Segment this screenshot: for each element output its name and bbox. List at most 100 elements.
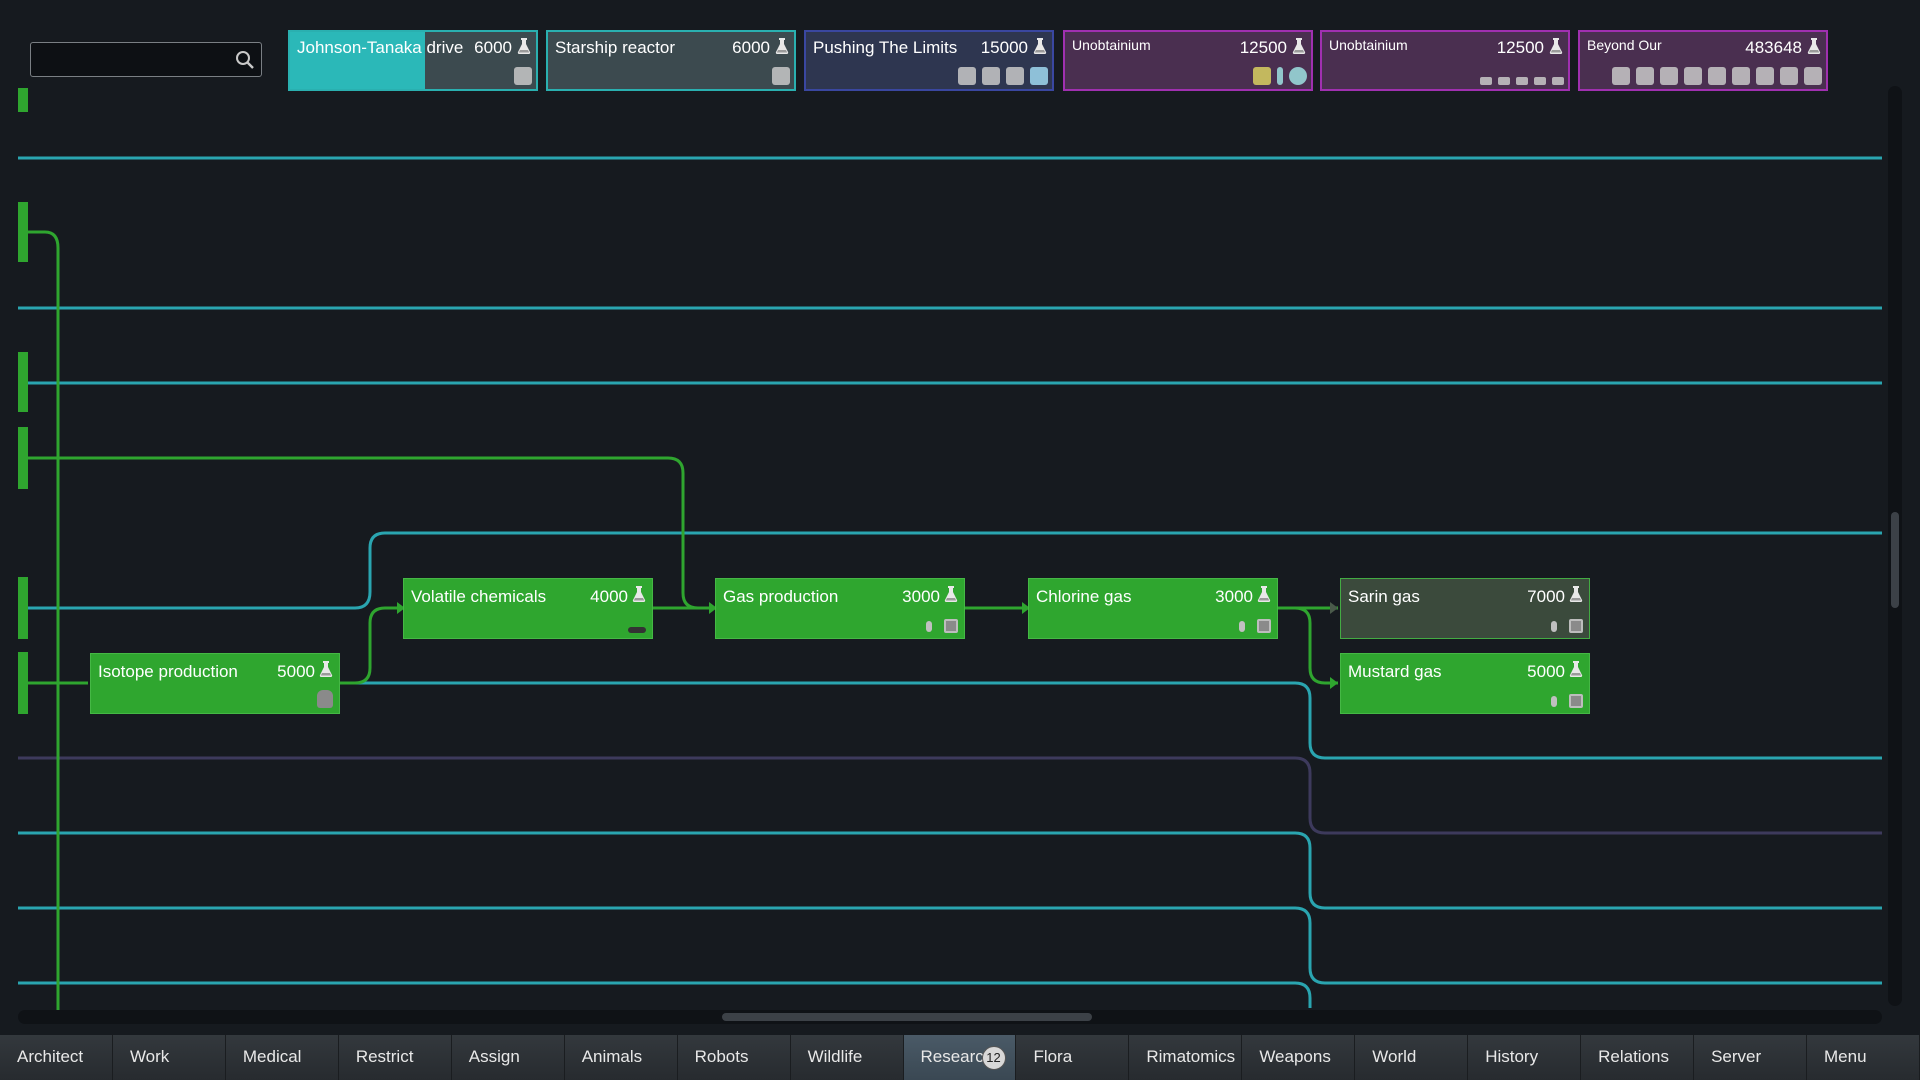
tab-flora[interactable]: Flora	[1016, 1035, 1130, 1080]
tab-label: Architect	[17, 1047, 84, 1066]
tab-world[interactable]: World	[1355, 1035, 1469, 1080]
tool-icon[interactable]	[1780, 67, 1798, 85]
offscreen-node-edge[interactable]	[18, 352, 28, 412]
tab-label: Relations	[1598, 1047, 1669, 1066]
core-icon[interactable]	[1030, 67, 1048, 85]
flask-icon	[1569, 585, 1583, 603]
queue-item-label: Unobtainium	[1329, 37, 1408, 53]
tab-restrict[interactable]: Restrict	[338, 1035, 452, 1080]
plate-icon[interactable]	[1636, 67, 1654, 85]
project-node-gas[interactable]: Gas production 3000	[715, 578, 965, 639]
flask-icon	[1292, 37, 1306, 55]
flame-icon[interactable]	[1551, 695, 1557, 707]
queue-item-cost: 12500	[1496, 38, 1544, 57]
tab-label: Rimatomics	[1146, 1047, 1236, 1066]
tab-animals[interactable]: Animals	[564, 1035, 678, 1080]
machine-icon[interactable]	[944, 619, 958, 633]
unlock-icons	[628, 627, 646, 633]
tool-icon[interactable]	[1756, 67, 1774, 85]
tool-icon[interactable]	[628, 627, 646, 633]
project-label: Volatile chemicals	[411, 587, 547, 606]
tab-history[interactable]: History	[1468, 1035, 1582, 1080]
horizontal-scroll-thumb[interactable]	[722, 1013, 1092, 1021]
tab-menu[interactable]: Menu	[1807, 1035, 1920, 1080]
offscreen-node-edge[interactable]	[18, 577, 28, 639]
hourglass-icon[interactable]	[1253, 67, 1271, 85]
queue-item[interactable]: Starship reactor 6000	[546, 30, 796, 91]
offscreen-node-edge[interactable]	[18, 88, 28, 112]
pistol-icon[interactable]	[1516, 77, 1528, 85]
queue-item-label: Pushing The Limits	[813, 38, 958, 57]
lane-line	[18, 831, 1882, 910]
pillar-icon[interactable]	[982, 67, 1000, 85]
panel-icon[interactable]	[1804, 67, 1822, 85]
rifle-icon[interactable]	[1498, 77, 1510, 85]
lane-line	[340, 681, 1882, 760]
module-icon[interactable]	[958, 67, 976, 85]
unlock-icons	[1253, 67, 1307, 85]
notification-badge: 12	[981, 1046, 1006, 1070]
machine-icon[interactable]	[1569, 694, 1583, 708]
queue-item[interactable]: Unobtainium 12500	[1320, 30, 1570, 91]
tab-label: Menu	[1824, 1047, 1867, 1066]
tab-rimatomics[interactable]: Rimatomics	[1129, 1035, 1243, 1080]
rifle-icon[interactable]	[1480, 77, 1492, 85]
search-icon[interactable]	[235, 50, 255, 70]
chip-icon[interactable]	[1684, 67, 1702, 85]
tab-robots[interactable]: Robots	[677, 1035, 791, 1080]
search-box[interactable]	[30, 42, 262, 77]
unlock-icons	[1480, 77, 1564, 85]
plate-icon[interactable]	[1660, 67, 1678, 85]
flame-icon[interactable]	[1551, 620, 1557, 632]
project-node-sarin[interactable]: Sarin gas 7000	[1340, 578, 1590, 639]
offscreen-node-edge[interactable]	[18, 202, 28, 262]
project-node-volatile[interactable]: Volatile chemicals 4000	[403, 578, 653, 639]
search-input[interactable]	[37, 47, 221, 74]
rock-icon[interactable]	[1708, 67, 1726, 85]
engine-icon[interactable]	[514, 67, 532, 85]
reactor-icon[interactable]	[772, 67, 790, 85]
queue-item-label: Starship reactor	[555, 38, 675, 57]
tab-wildlife[interactable]: Wildlife	[790, 1035, 904, 1080]
tab-label: Robots	[694, 1047, 749, 1066]
queue-item[interactable]: Unobtainium 12500	[1063, 30, 1313, 91]
project-node-isotope[interactable]: Isotope production 5000	[90, 653, 340, 714]
queue-item-cost: 483648	[1745, 38, 1802, 57]
offscreen-node-edge[interactable]	[18, 427, 28, 489]
project-node-mustard[interactable]: Mustard gas 5000	[1340, 653, 1590, 714]
project-label: Gas production	[723, 587, 839, 606]
lane-line	[18, 981, 1312, 1008]
machine-icon[interactable]	[1569, 619, 1583, 633]
ammo-icon[interactable]	[1534, 77, 1546, 85]
tab-architect[interactable]: Architect	[0, 1035, 113, 1080]
tab-server[interactable]: Server	[1694, 1035, 1807, 1080]
orb-icon[interactable]	[1289, 67, 1307, 85]
tab-label: Flora	[1033, 1047, 1073, 1066]
ore-icon[interactable]	[317, 690, 333, 708]
flask-icon	[1569, 660, 1583, 678]
ammo-icon[interactable]	[1552, 77, 1564, 85]
machine-icon[interactable]	[1257, 619, 1271, 633]
tab-relations[interactable]: Relations	[1581, 1035, 1695, 1080]
box-icon[interactable]	[1732, 67, 1750, 85]
tab-work[interactable]: Work	[112, 1035, 226, 1080]
queue-item[interactable]: Pushing The Limits 15000	[804, 30, 1054, 91]
flame-icon[interactable]	[926, 620, 932, 632]
chain-icon[interactable]	[1612, 67, 1630, 85]
tab-assign[interactable]: Assign	[451, 1035, 565, 1080]
queue-item[interactable]: Beyond Our 483648	[1578, 30, 1828, 91]
tab-research[interactable]: Research 12	[903, 1035, 1017, 1080]
tab-medical[interactable]: Medical	[225, 1035, 339, 1080]
queue-item-label: Unobtainium	[1072, 37, 1151, 53]
project-cost: 3000	[902, 587, 940, 606]
module-icon[interactable]	[1006, 67, 1024, 85]
flask-icon	[1549, 37, 1563, 55]
rod-icon[interactable]	[1277, 67, 1283, 85]
queue-item[interactable]: Johnson-Tanaka drive 6000	[288, 30, 538, 91]
flame-icon[interactable]	[1239, 620, 1245, 632]
project-node-chlorine[interactable]: Chlorine gas 3000	[1028, 578, 1278, 639]
vertical-scroll-thumb[interactable]	[1891, 512, 1899, 608]
offscreen-node-edge[interactable]	[18, 652, 28, 714]
tab-weapons[interactable]: Weapons	[1242, 1035, 1356, 1080]
flask-icon	[944, 585, 958, 603]
